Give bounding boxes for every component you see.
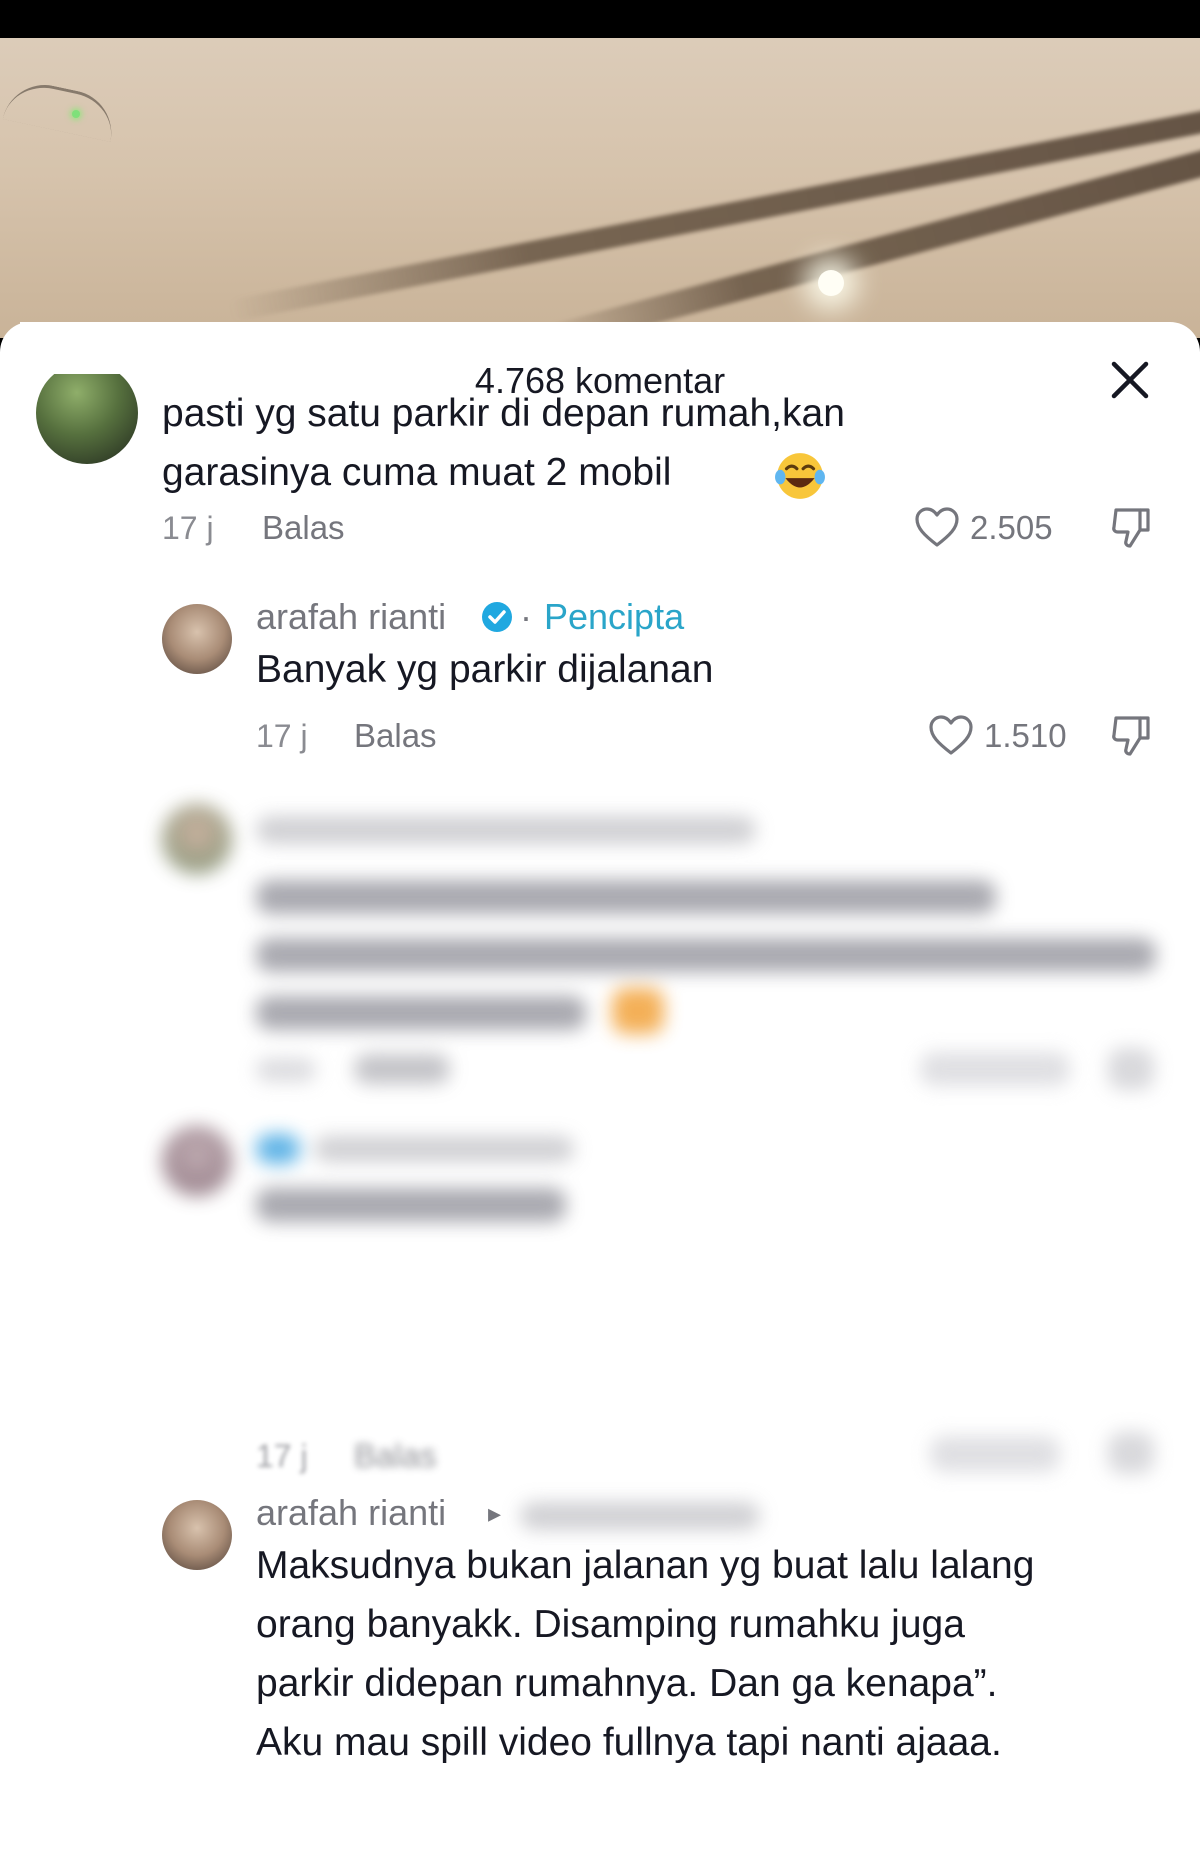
avatar[interactable] bbox=[162, 604, 232, 674]
reply-text-line: orang banyakk. Disamping rumahku juga bbox=[256, 1603, 965, 1646]
heart-icon[interactable] bbox=[928, 714, 974, 756]
close-icon[interactable] bbox=[1108, 358, 1152, 402]
blurred-username bbox=[314, 1136, 574, 1162]
reply-text: Banyak yg parkir dijalanan bbox=[256, 648, 714, 691]
like-count: 2.505 bbox=[970, 509, 1053, 546]
reply-button[interactable]: Balas bbox=[354, 717, 437, 755]
reply-text-line: parkir didepan rumahnya. Dan ga kenapa”. bbox=[256, 1662, 998, 1705]
comment-text: pasti yg satu parkir di depan rumah,kan bbox=[162, 392, 845, 435]
like-count: 1.510 bbox=[984, 717, 1067, 754]
ceiling-sensor-light bbox=[72, 110, 80, 118]
laughing-crying-emoji bbox=[775, 453, 825, 499]
verified-badge-icon bbox=[482, 602, 512, 632]
blurred-dislike bbox=[1108, 1048, 1154, 1090]
creator-badge: Pencipta bbox=[544, 596, 685, 637]
status-bar bbox=[0, 0, 1200, 38]
blurred-emoji bbox=[612, 988, 664, 1034]
blurred-text-line bbox=[256, 938, 1156, 972]
avatar bbox=[162, 1126, 232, 1196]
blurred-like bbox=[930, 1436, 1060, 1472]
video-background[interactable] bbox=[0, 38, 1200, 338]
blurred-username bbox=[256, 816, 756, 844]
blurred-like bbox=[920, 1052, 1070, 1086]
blurred-reply bbox=[0, 782, 1200, 1090]
comment-time: 17 j bbox=[162, 510, 214, 546]
badge-separator: · bbox=[520, 596, 532, 637]
ceiling-fixture bbox=[2, 77, 120, 142]
blurred-dislike bbox=[1108, 1432, 1154, 1474]
avatar[interactable] bbox=[36, 362, 138, 464]
reply-time: 17 j bbox=[256, 718, 308, 754]
dislike-icon[interactable] bbox=[1108, 504, 1154, 550]
blurred-username bbox=[256, 1134, 300, 1164]
comments-sheet: 4.768 komentar pasti yg satu parkir di d… bbox=[0, 322, 1200, 1860]
blurred-like-row bbox=[0, 1422, 1200, 1492]
blurred-reply bbox=[0, 1122, 1200, 1302]
reply-text-line: Aku mau spill video fullnya tapi nanti a… bbox=[256, 1721, 1002, 1764]
avatar bbox=[162, 804, 232, 874]
blurred-text-line bbox=[256, 1188, 566, 1222]
blurred-reply-label bbox=[354, 1054, 450, 1084]
blurred-username bbox=[520, 1502, 760, 1530]
heart-icon[interactable] bbox=[914, 506, 960, 548]
reply-button[interactable]: Balas bbox=[262, 509, 345, 547]
blurred-meta bbox=[256, 1058, 316, 1082]
reply-text-line: Maksudnya bukan jalanan yg buat lalu lal… bbox=[256, 1544, 1035, 1587]
blurred-text-line bbox=[256, 996, 586, 1030]
ceiling-lamp bbox=[818, 270, 844, 296]
dislike-icon[interactable] bbox=[1108, 712, 1154, 758]
reply-username[interactable]: arafah rianti bbox=[256, 596, 446, 638]
blurred-text-line bbox=[256, 880, 996, 914]
blurred-reply-target bbox=[0, 1492, 1200, 1542]
comment-text: garasinya cuma muat 2 mobil bbox=[162, 451, 672, 494]
avatar-clip bbox=[20, 322, 160, 374]
